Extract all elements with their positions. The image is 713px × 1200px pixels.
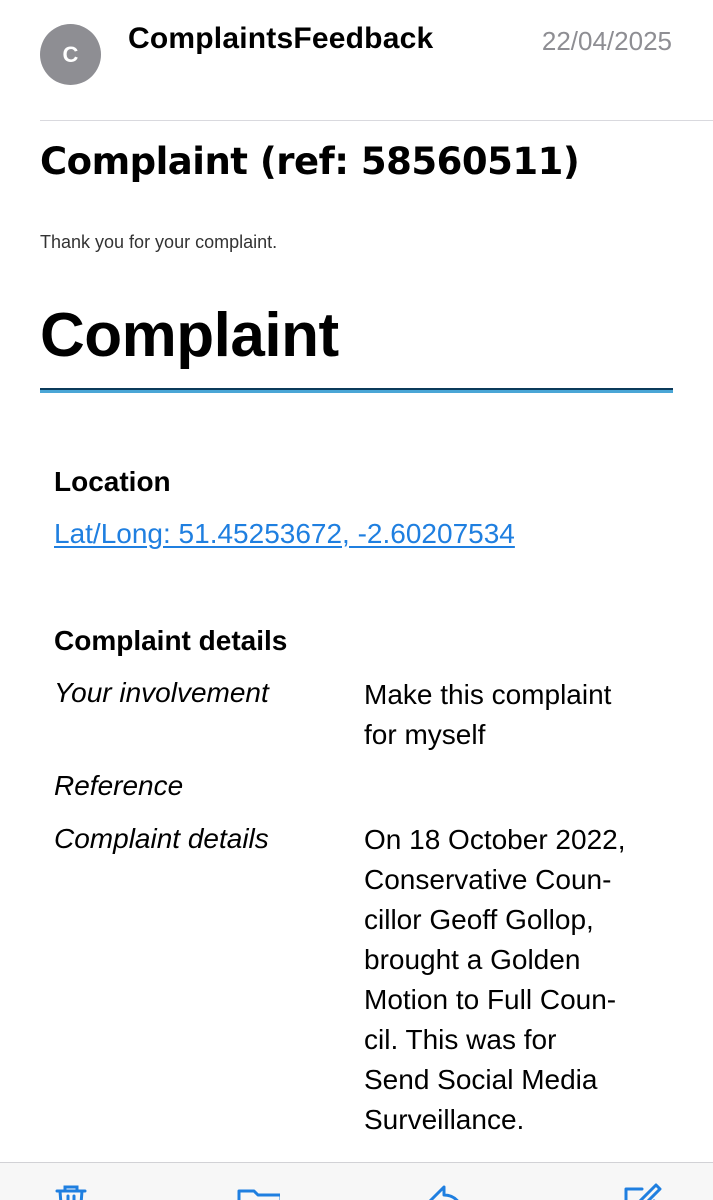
location-title: Location [54,466,171,497]
reference-label: Reference [54,770,184,801]
header-divider [40,120,713,121]
involvement-label: Your involvement [54,677,269,708]
details-label: Complaint details [54,823,269,854]
mail-message-view: C ComplaintsFeedback 22/04/2025 Complain… [0,0,713,1200]
details-value-line: Motion to Full Coun- [364,984,617,1015]
details-value-line: Surveillance. [364,1104,525,1135]
message-subject: Complaint (ref: 58560511) [40,140,580,183]
bottom-toolbar [0,1162,713,1200]
thanks-text: Thank you for your complaint. [40,232,278,252]
details-value-line: Send Social Media [364,1064,598,1095]
details-value-line: cillor Geoff Gollop, [364,904,594,935]
complaint-details-title: Complaint details [54,625,288,656]
details-value-line: brought a Golden [364,944,581,975]
trash-icon[interactable] [49,1181,93,1200]
sender-avatar[interactable]: C [40,24,101,85]
details-value-line: cil. This was for [364,1024,557,1055]
details-value: On 18 October 2022, Conservative Coun- c… [364,820,684,1140]
heading-rule [40,388,673,393]
message-header: C ComplaintsFeedback 22/04/2025 [0,0,713,121]
complaint-heading: Complaint [40,301,339,370]
involvement-value: Make this complaint for myself [364,675,684,755]
location-link[interactable]: Lat/Long: 51.45253672, -2.60207534 [54,518,515,550]
involvement-value-line: Make this complaint [364,679,612,710]
reply-icon[interactable] [424,1181,468,1200]
sender-name[interactable]: ComplaintsFeedback [128,22,433,56]
involvement-value-line: for myself [364,719,486,750]
details-value-line: Conservative Coun- [364,864,612,895]
folder-icon[interactable] [236,1181,280,1200]
message-date: 22/04/2025 [541,26,672,56]
compose-icon[interactable] [620,1181,664,1200]
details-value-line: On 18 October 2022, [364,824,626,855]
